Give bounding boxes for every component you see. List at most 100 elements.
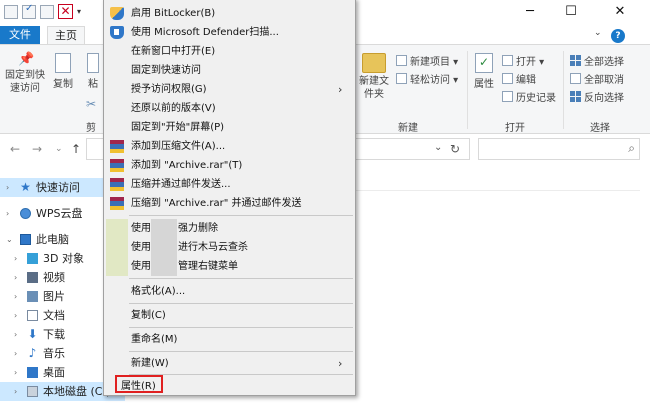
- menu-item-defender-scan[interactable]: 使用 Microsoft Defender扫描...: [105, 23, 355, 42]
- menu-item-label: 添加到压缩文件(A)...: [131, 141, 226, 152]
- drive-icon: [27, 386, 38, 397]
- redacted-text: [151, 219, 177, 238]
- computer-icon: [20, 234, 31, 245]
- menu-item-label: 在新窗口中打开(E): [131, 46, 216, 57]
- new-item-chevron-icon: ▾: [450, 57, 459, 68]
- menu-item-open-new-window[interactable]: 在新窗口中打开(E): [105, 42, 355, 61]
- invert-selection-label: 反向选择: [584, 93, 624, 104]
- tab-file[interactable]: 文件: [0, 26, 40, 44]
- easy-access-chevron-icon: ▾: [450, 75, 459, 86]
- ribbon-collapse-chevron-icon[interactable]: ⌄: [594, 28, 602, 38]
- menu-item-label: 格式化(A)...: [131, 286, 186, 297]
- submenu-arrow-icon: ›: [338, 357, 343, 370]
- history-icon: [502, 91, 513, 102]
- music-note-icon: ♪: [28, 346, 37, 360]
- menu-item-manage-context-menu[interactable]: 使用 管理右键菜单: [105, 257, 355, 276]
- close-icon[interactable]: ✕: [605, 2, 635, 22]
- maximize-icon[interactable]: ☐: [556, 2, 586, 22]
- tab-home[interactable]: 主页: [47, 26, 85, 44]
- menu-item-copy[interactable]: 复制(C): [105, 306, 355, 325]
- edit-button[interactable]: 编辑: [502, 71, 536, 86]
- expand-chevron-icon[interactable]: ›: [14, 306, 17, 325]
- search-icon: ⌕: [628, 141, 635, 155]
- expand-chevron-icon[interactable]: ›: [14, 344, 17, 363]
- history-button[interactable]: 历史记录: [502, 89, 556, 104]
- refresh-icon[interactable]: ↻: [450, 142, 460, 156]
- up-arrow-icon[interactable]: ↑: [71, 142, 81, 156]
- clipboard-group-label: 剪: [86, 123, 96, 134]
- cut-icon[interactable]: ✂: [86, 97, 96, 111]
- redacted-text: [151, 257, 177, 276]
- invert-selection-button[interactable]: 反向选择: [570, 89, 624, 104]
- copy-button[interactable]: 复制: [50, 53, 76, 90]
- redacted-text: [151, 238, 177, 257]
- paste-button[interactable]: 粘: [84, 53, 102, 90]
- new-item-label: 新建项目: [410, 57, 450, 68]
- expand-chevron-icon[interactable]: ›: [6, 204, 9, 223]
- delete-qat-icon[interactable]: ✕: [58, 4, 73, 19]
- forward-arrow-icon[interactable]: →: [32, 142, 42, 156]
- nav-item-label: 3D 对象: [43, 252, 84, 265]
- expand-chevron-icon[interactable]: ›: [14, 382, 17, 401]
- minimize-icon[interactable]: ─: [515, 2, 545, 22]
- redacted-icon: [106, 238, 128, 257]
- menu-item-restore-versions[interactable]: 还原以前的版本(V): [105, 99, 355, 118]
- easy-access-button[interactable]: 轻松访问 ▾: [396, 71, 458, 86]
- select-all-button[interactable]: 全部选择: [570, 53, 624, 68]
- winrar-icon: [110, 197, 124, 210]
- menu-item-new[interactable]: 新建(W) ›: [105, 354, 355, 373]
- back-arrow-icon[interactable]: ←: [10, 142, 20, 156]
- expand-chevron-icon[interactable]: ›: [14, 249, 17, 268]
- picture-icon: [27, 291, 38, 302]
- menu-item-add-to-archive-rar[interactable]: 添加到 "Archive.rar"(T): [105, 156, 355, 175]
- menu-item-pin-quick-access[interactable]: 固定到快速访问: [105, 61, 355, 80]
- menu-item-trojan-scan[interactable]: 使用 进行木马云查杀: [105, 238, 355, 257]
- help-icon[interactable]: ?: [611, 29, 625, 43]
- new-folder-button[interactable]: 新建文件夹: [356, 53, 392, 101]
- select-group-label: 选择: [590, 123, 610, 134]
- menu-item-label: 使用: [131, 261, 151, 272]
- properties-highlight-box: [115, 375, 163, 393]
- menu-item-label: 添加到 "Archive.rar"(T): [131, 160, 243, 171]
- menu-item-label: 启用 BitLocker(B): [131, 8, 216, 19]
- open-chevron-icon: ▾: [536, 57, 545, 68]
- menu-item-label: 使用: [131, 223, 151, 234]
- menu-item-rename[interactable]: 重命名(M): [105, 330, 355, 349]
- paste-label: 粘: [88, 79, 98, 90]
- expand-chevron-icon[interactable]: ›: [14, 268, 17, 287]
- open-button[interactable]: 打开 ▾: [502, 53, 544, 68]
- menu-item-force-delete[interactable]: 使用 强力删除: [105, 219, 355, 238]
- menu-item-pin-start[interactable]: 固定到"开始"屏幕(P): [105, 118, 355, 137]
- nav-item-label: 音乐: [43, 347, 65, 360]
- menu-item-label: 新建(W): [131, 358, 169, 369]
- select-none-button[interactable]: 全部取消: [570, 71, 624, 86]
- properties-qat-icon[interactable]: [4, 4, 18, 19]
- expand-chevron-icon[interactable]: ›: [14, 287, 17, 306]
- menu-item-give-access[interactable]: 授予访问权限(G) ›: [105, 80, 355, 99]
- menu-item-add-to-archive[interactable]: 添加到压缩文件(A)...: [105, 137, 355, 156]
- new-item-button[interactable]: 新建项目 ▾: [396, 53, 458, 68]
- check-qat-icon[interactable]: [22, 3, 36, 19]
- menu-item-compress-archive-email[interactable]: 压缩到 "Archive.rar" 并通过邮件发送: [105, 194, 355, 213]
- customize-qat-chevron-icon[interactable]: ▾: [77, 7, 81, 16]
- expand-chevron-icon[interactable]: ›: [14, 363, 17, 382]
- expand-chevron-icon[interactable]: ›: [6, 178, 9, 197]
- properties-label: 属性: [474, 79, 494, 90]
- menu-item-enable-bitlocker[interactable]: 启用 BitLocker(B): [105, 4, 355, 23]
- nav-item-label: WPS云盘: [36, 207, 83, 220]
- expand-chevron-icon[interactable]: ›: [14, 325, 17, 344]
- recent-locations-chevron-icon[interactable]: ⌄: [55, 144, 63, 154]
- collapse-chevron-icon[interactable]: ⌄: [6, 230, 13, 249]
- menu-item-format[interactable]: 格式化(A)...: [105, 282, 355, 301]
- search-input[interactable]: ⌕: [478, 138, 640, 160]
- winrar-icon: [110, 159, 124, 172]
- properties-button[interactable]: 属性: [472, 53, 496, 90]
- address-dropdown-chevron-icon[interactable]: ⌄: [434, 142, 442, 153]
- pin-quick-access-button[interactable]: 📌 固定到快速访问: [4, 53, 46, 95]
- copy-label: 复制: [53, 79, 73, 90]
- history-label: 历史记录: [516, 93, 556, 104]
- nav-item-label: 桌面: [43, 366, 65, 379]
- menu-item-label: 压缩并通过邮件发送...: [131, 179, 231, 190]
- new-folder-qat-icon[interactable]: [40, 4, 54, 19]
- menu-item-compress-email[interactable]: 压缩并通过邮件发送...: [105, 175, 355, 194]
